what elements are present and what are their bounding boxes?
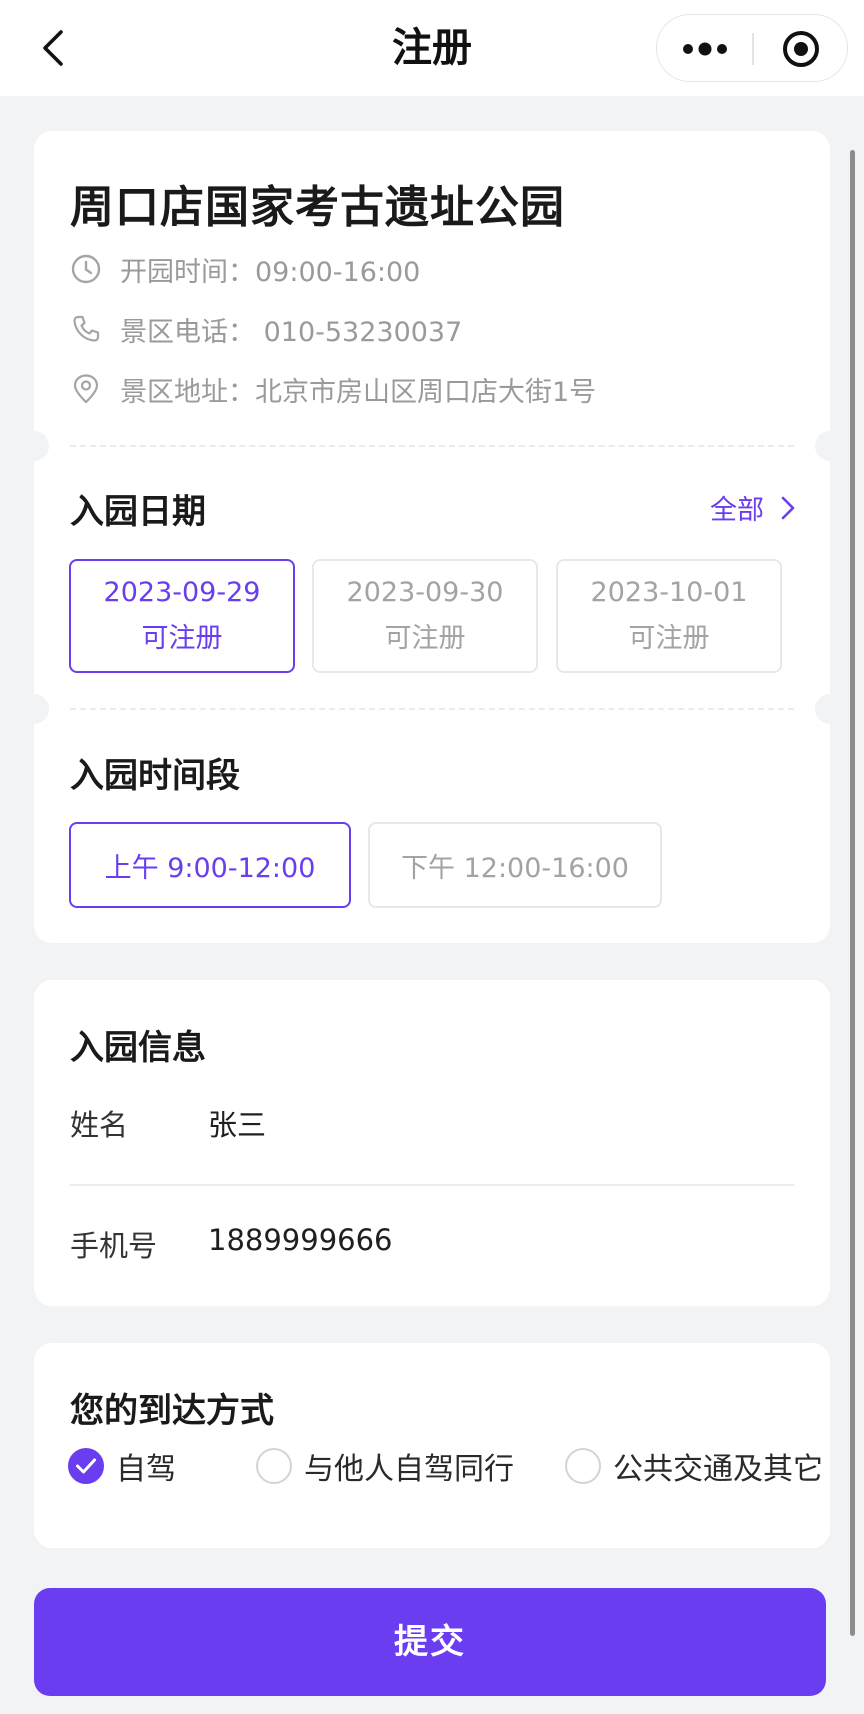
more-dots-icon	[683, 42, 727, 56]
arrival-option-public-transport[interactable]: 公共交通及其它	[565, 1444, 823, 1488]
dashed-divider	[70, 708, 794, 710]
nav-bar: 注册	[0, 0, 864, 96]
address-row[interactable]: 景区地址：北京市房山区周口店大街1号	[68, 369, 596, 409]
option-label: 公共交通及其它	[613, 1452, 823, 1487]
park-name: 周口店国家考古遗址公园	[70, 182, 565, 233]
name-field[interactable]: 张三	[208, 1102, 266, 1144]
close-mini-program-button[interactable]	[753, 15, 849, 83]
all-dates-label: 全部	[710, 495, 764, 526]
chevron-right-icon	[780, 495, 796, 521]
date-value: 2023-09-30	[346, 577, 504, 608]
radio-unchecked[interactable]	[256, 1448, 292, 1484]
scrollbar[interactable]	[850, 150, 855, 1636]
phone-row[interactable]: 景区电话： 010-53230037	[68, 309, 462, 349]
radio-checked[interactable]	[68, 1448, 104, 1484]
check-icon	[76, 1458, 96, 1474]
date-status: 可注册	[384, 623, 466, 654]
ticket-notch	[19, 431, 49, 461]
field-divider	[70, 1184, 794, 1186]
name-label: 姓名	[70, 1108, 129, 1142]
mini-program-capsule	[656, 14, 848, 82]
phone-label: 手机号	[70, 1229, 158, 1263]
option-label: 与他人自驾同行	[304, 1452, 514, 1487]
opening-hours-row: 开园时间：09:00-16:00	[68, 249, 420, 289]
date-option[interactable]: 2023-09-29 可注册	[69, 559, 295, 673]
date-status: 可注册	[628, 623, 710, 654]
dashed-divider	[70, 445, 794, 447]
address-text: 景区地址：北京市房山区周口店大街1号	[120, 376, 597, 408]
location-pin-icon	[68, 371, 104, 407]
ticket-notch	[19, 694, 49, 724]
date-value: 2023-10-01	[590, 577, 748, 608]
more-button[interactable]	[657, 15, 753, 83]
radio-unchecked[interactable]	[565, 1448, 601, 1484]
date-status: 可注册	[141, 623, 223, 654]
time-slot-title: 入园时间段	[70, 756, 240, 796]
visitor-info-title: 入园信息	[70, 1028, 206, 1068]
visitor-info-card: 入园信息 姓名 张三 手机号 1889999666	[34, 980, 830, 1306]
submit-button[interactable]: 提交	[34, 1588, 826, 1696]
target-circle-icon	[783, 31, 819, 67]
date-option[interactable]: 2023-10-01 可注册	[556, 559, 782, 673]
phone-field[interactable]: 1889999666	[208, 1223, 393, 1257]
phone-icon	[68, 311, 104, 347]
arrival-method-card: 您的到达方式 自驾 与他人自驾同行 公共交通及其它	[34, 1343, 830, 1548]
date-option[interactable]: 2023-09-30 可注册	[312, 559, 538, 673]
ticket-notch	[815, 694, 845, 724]
time-slot-afternoon[interactable]: 下午 12:00-16:00	[368, 822, 662, 908]
arrival-method-title: 您的到达方式	[70, 1391, 274, 1431]
entry-date-title: 入园日期	[70, 492, 206, 532]
arrival-option-self-drive[interactable]: 自驾	[68, 1444, 176, 1488]
opening-hours-text: 开园时间：09:00-16:00	[120, 256, 421, 288]
phone-text: 景区电话： 010-53230037	[120, 316, 463, 348]
clock-icon	[68, 251, 104, 287]
date-value: 2023-09-29	[103, 577, 261, 608]
all-dates-link[interactable]: 全部	[710, 488, 796, 527]
time-slot-morning[interactable]: 上午 9:00-12:00	[69, 822, 351, 908]
arrival-option-carpool[interactable]: 与他人自驾同行	[256, 1444, 514, 1488]
option-label: 自驾	[116, 1452, 176, 1487]
ticket-notch	[815, 431, 845, 461]
park-info-card: 周口店国家考古遗址公园 开园时间：09:00-16:00 景区电话： 010-5…	[19, 131, 845, 943]
